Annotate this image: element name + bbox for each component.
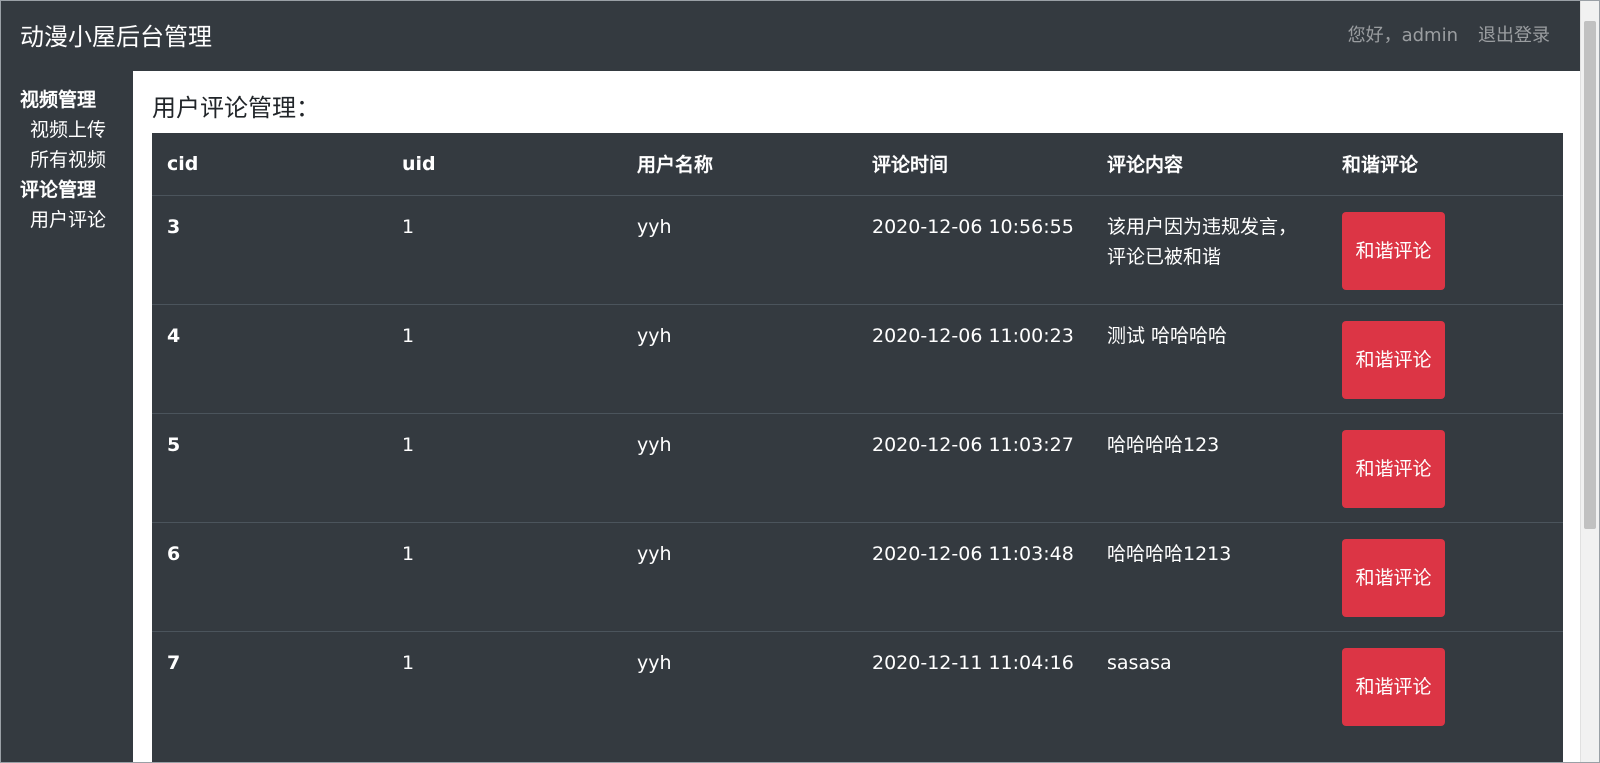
page-title: 用户评论管理： — [152, 94, 320, 122]
header-time: 评论时间 — [857, 133, 1092, 196]
sidebar-group-comments: 评论管理 — [20, 179, 97, 201]
scrollbar-thumb[interactable] — [1584, 21, 1596, 529]
greeting-link[interactable]: 您好，admin — [1348, 23, 1458, 49]
cell-time: 2020-12-06 11:03:27 — [857, 412, 1092, 522]
cell-username: yyh — [622, 521, 857, 631]
header-content: 评论内容 — [1092, 133, 1327, 196]
cell-content: sasasa — [1092, 630, 1327, 740]
cell-content: 该用户因为违规发言，评论已被和谐 — [1092, 194, 1327, 304]
cell-time: 2020-12-06 11:03:48 — [857, 521, 1092, 631]
table-row: 6 1 yyh 2020-12-06 11:03:48 哈哈哈哈1213 和谐评… — [152, 521, 1563, 631]
cell-cid: 7 — [152, 630, 387, 740]
harmonize-comment-button[interactable]: 和谐评论 — [1342, 647, 1445, 726]
cell-username: yyh — [622, 412, 857, 522]
main-content: 用户评论管理： cid uid 用户名称 评论时间 评论内容 和谐评论 3 1 … — [133, 71, 1582, 762]
header-action: 和谐评论 — [1327, 133, 1563, 196]
harmonize-comment-button[interactable]: 和谐评论 — [1342, 429, 1445, 508]
cell-action: 和谐评论 — [1327, 412, 1563, 522]
sidebar-item-all-videos[interactable]: 所有视频 — [1, 145, 133, 175]
cell-action: 和谐评论 — [1327, 521, 1563, 631]
table-row: 5 1 yyh 2020-12-06 11:03:27 哈哈哈哈123 和谐评论 — [152, 412, 1563, 522]
table-header-row: cid uid 用户名称 评论时间 评论内容 和谐评论 — [152, 133, 1563, 196]
cell-uid: 1 — [387, 303, 622, 413]
comment-text: 测试 哈哈哈哈 — [1107, 324, 1228, 347]
app-window: 动漫小屋后台管理 您好，admin 退出登录 视频管理 视频上传 所有视频 评论… — [0, 0, 1600, 763]
cell-username: yyh — [622, 194, 857, 304]
top-navbar: 动漫小屋后台管理 您好，admin 退出登录 — [1, 1, 1582, 71]
harmonize-comment-button[interactable]: 和谐评论 — [1342, 320, 1445, 399]
header-uid: uid — [387, 133, 622, 196]
cell-cid: 6 — [152, 521, 387, 631]
header-cid: cid — [152, 133, 387, 196]
cell-uid: 1 — [387, 412, 622, 522]
table-row: 3 1 yyh 2020-12-06 10:56:55 该用户因为违规发言，评论… — [152, 194, 1563, 304]
cell-time: 2020-12-06 11:00:23 — [857, 303, 1092, 413]
sidebar-item-user-comments[interactable]: 用户评论 — [1, 205, 133, 235]
cell-username: yyh — [622, 303, 857, 413]
comment-text: 哈哈哈哈123 — [1107, 433, 1220, 456]
cell-cid: 5 — [152, 412, 387, 522]
sidebar-item-video-upload[interactable]: 视频上传 — [1, 115, 133, 145]
cell-username: yyh — [622, 630, 857, 740]
comments-table-wrap: cid uid 用户名称 评论时间 评论内容 和谐评论 3 1 yyh 2020… — [152, 133, 1563, 762]
header-username: 用户名称 — [622, 133, 857, 196]
cell-action: 和谐评论 — [1327, 630, 1563, 740]
cell-time: 2020-12-11 11:04:16 — [857, 630, 1092, 740]
table-row: 7 1 yyh 2020-12-11 11:04:16 sasasa 和谐评论 — [152, 630, 1563, 740]
comments-table: cid uid 用户名称 评论时间 评论内容 和谐评论 3 1 yyh 2020… — [152, 133, 1563, 740]
sidebar: 视频管理 视频上传 所有视频 评论管理 用户评论 — [1, 71, 133, 762]
harmonize-comment-button[interactable]: 和谐评论 — [1342, 211, 1445, 290]
cell-cid: 3 — [152, 194, 387, 304]
nav-right: 您好，admin 退出登录 — [1348, 23, 1550, 49]
cell-action: 和谐评论 — [1327, 303, 1563, 413]
cell-cid: 4 — [152, 303, 387, 413]
page-scrollbar[interactable] — [1580, 1, 1599, 762]
harmonize-comment-button[interactable]: 和谐评论 — [1342, 538, 1445, 617]
cell-uid: 1 — [387, 630, 622, 740]
logout-link[interactable]: 退出登录 — [1478, 23, 1550, 49]
brand-title[interactable]: 动漫小屋后台管理 — [20, 21, 212, 53]
cell-content: 哈哈哈哈123 — [1092, 412, 1327, 522]
sidebar-group-video: 视频管理 — [20, 89, 97, 111]
cell-content: 测试 哈哈哈哈 — [1092, 303, 1327, 413]
table-row: 4 1 yyh 2020-12-06 11:00:23 测试 哈哈哈哈 和谐评论 — [152, 303, 1563, 413]
comment-text: 该用户因为违规发言，评论已被和谐 — [1107, 215, 1298, 268]
cell-action: 和谐评论 — [1327, 194, 1563, 304]
cell-uid: 1 — [387, 521, 622, 631]
comment-text: 哈哈哈哈1213 — [1107, 542, 1232, 565]
comment-text: sasasa — [1107, 651, 1172, 674]
cell-content: 哈哈哈哈1213 — [1092, 521, 1327, 631]
cell-uid: 1 — [387, 194, 622, 304]
cell-time: 2020-12-06 10:56:55 — [857, 194, 1092, 304]
